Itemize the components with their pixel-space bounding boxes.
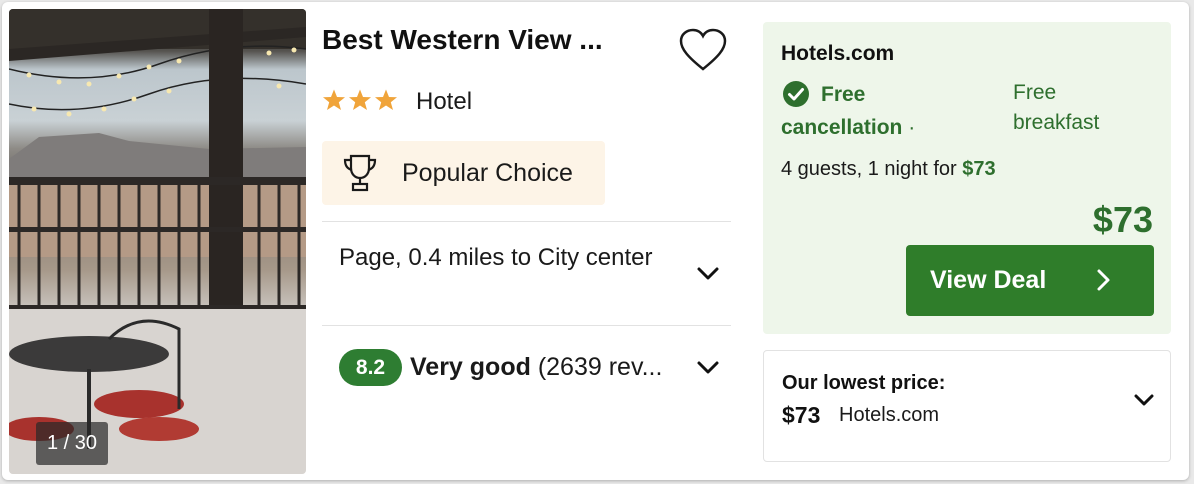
lowest-price-title: Our lowest price: bbox=[782, 372, 946, 394]
view-deal-button[interactable]: View Deal bbox=[906, 245, 1154, 316]
location-text: Page, 0.4 miles to City center bbox=[339, 244, 653, 271]
free-cancellation-label: Free cancellation bbox=[781, 83, 903, 139]
divider bbox=[322, 221, 731, 222]
popular-choice-badge: Popular Choice bbox=[322, 141, 605, 205]
deal-price: $73 bbox=[1092, 199, 1153, 240]
deal-panel: Hotels.com Free cancellation · Free brea… bbox=[763, 22, 1171, 334]
star-icon bbox=[349, 89, 371, 110]
star-icon bbox=[323, 89, 345, 110]
star-icon bbox=[375, 89, 397, 110]
chevron-right-icon bbox=[1097, 269, 1110, 291]
trophy-icon bbox=[343, 154, 377, 192]
photo-counter: 1 / 30 bbox=[36, 422, 108, 465]
rating-label: Very good bbox=[410, 353, 531, 381]
rating-summary[interactable]: Very good (2639 rev... bbox=[410, 353, 688, 382]
divider bbox=[322, 325, 731, 326]
review-count: (2639 rev... bbox=[537, 353, 663, 381]
property-type: Hotel bbox=[416, 88, 473, 115]
star-rating bbox=[322, 88, 398, 112]
lowest-price-provider: Hotels.com bbox=[839, 404, 940, 426]
heart-icon[interactable] bbox=[678, 27, 728, 73]
chevron-down-icon[interactable] bbox=[695, 355, 721, 381]
view-deal-label: View Deal bbox=[930, 266, 1047, 294]
badge-label: Popular Choice bbox=[402, 158, 573, 187]
hotel-photo[interactable]: 1 / 30 bbox=[9, 9, 306, 474]
lowest-price-value: $73 bbox=[782, 402, 821, 428]
rating-score: 8.2 bbox=[339, 349, 402, 386]
free-cancellation: Free cancellation · bbox=[781, 78, 971, 144]
chevron-down-icon[interactable] bbox=[695, 261, 721, 287]
chevron-down-icon[interactable] bbox=[1131, 387, 1157, 413]
guests-price: $73 bbox=[962, 158, 996, 180]
balcony-scene-image bbox=[9, 9, 306, 474]
lowest-price-box[interactable]: Our lowest price: $73 Hotels.com bbox=[763, 350, 1171, 462]
guests-summary: 4 guests, 1 night for $73 bbox=[781, 158, 996, 181]
hotel-name[interactable]: Best Western View ... bbox=[322, 24, 603, 56]
deal-provider: Hotels.com bbox=[781, 42, 895, 65]
separator-dot: · bbox=[908, 116, 916, 139]
free-breakfast: Free breakfast bbox=[1013, 81, 1100, 134]
guests-text: 4 guests, 1 night for bbox=[781, 158, 957, 180]
